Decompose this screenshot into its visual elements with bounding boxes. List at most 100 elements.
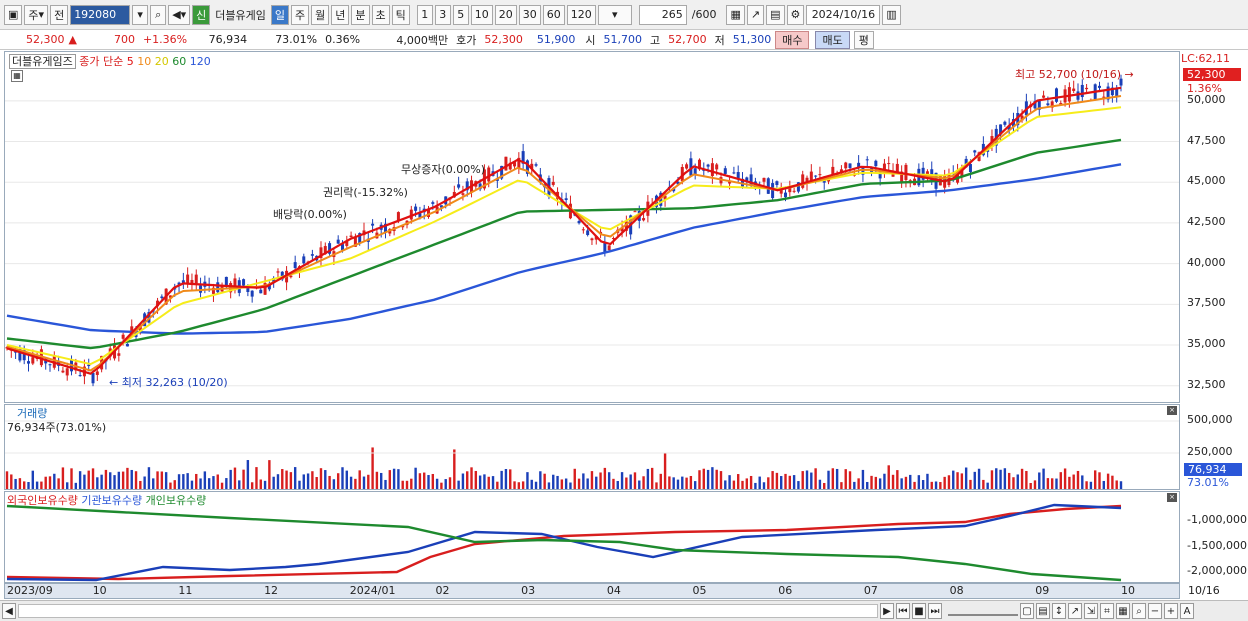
candle-body: [1046, 103, 1050, 106]
tool-icon-6[interactable]: ⌗: [1100, 603, 1114, 619]
date-label-0: 2023/09: [7, 584, 53, 597]
count-button-5[interactable]: 5: [452, 4, 469, 25]
tool-icon-3[interactable]: ↕: [1052, 603, 1066, 619]
tool-icon-5[interactable]: ⇲: [1084, 603, 1098, 619]
speaker-icon[interactable]: ◀▾: [168, 4, 191, 25]
volume-value: 76,934주(73.01%): [7, 421, 107, 434]
change-pct: +1.36%: [142, 33, 188, 46]
tab-period-0[interactable]: 일: [270, 4, 290, 25]
volume-bar: [509, 469, 512, 489]
volume-bar: [986, 482, 989, 489]
candle-body: [276, 271, 280, 273]
volume-bar: [560, 479, 564, 489]
price-pane[interactable]: 더블유게임즈 종가 단순 5 10 20 60 120 ▦ 최고 52,700 …: [4, 51, 1180, 403]
volume-bar: [1111, 475, 1114, 489]
holdings-pane[interactable]: 외국인보유수량 기관보유수량 개인보유수량 ×: [4, 491, 1180, 583]
search-zoom-icon[interactable]: ⌕: [1132, 603, 1146, 619]
count-button-30[interactable]: 30: [518, 4, 541, 25]
buy-button[interactable]: 매수: [775, 30, 810, 49]
volume-bar: [48, 476, 52, 489]
tool-icon-4[interactable]: ↗: [1068, 603, 1082, 619]
type-select[interactable]: 주 ▾: [24, 4, 49, 25]
scrollbar[interactable]: [18, 604, 878, 618]
plus-icon[interactable]: +: [1164, 603, 1178, 619]
count-dropdown[interactable]: ▾: [597, 4, 632, 25]
prev-button[interactable]: 전: [50, 4, 69, 25]
zoom-icon[interactable]: ▦: [726, 4, 745, 25]
date-label-8: 05: [692, 584, 707, 597]
volume-bar: [702, 468, 705, 489]
volume-bar: [1042, 468, 1045, 489]
scroll-left-icon[interactable]: ◀: [2, 603, 16, 619]
volume-pane[interactable]: 거래량 76,934주(73.01%) ×: [4, 404, 1180, 490]
date-input[interactable]: 2024/10/16: [806, 4, 881, 25]
count-button-3[interactable]: 3: [434, 4, 451, 25]
volume-bar: [930, 481, 933, 489]
volume-bar: [921, 480, 925, 489]
count-button-120[interactable]: 120: [566, 4, 596, 25]
layout-icon[interactable]: ▣: [4, 4, 23, 25]
tool-icon-1[interactable]: ▢: [1020, 603, 1034, 619]
volume-bar: [814, 468, 817, 489]
eval-button[interactable]: 평: [853, 30, 874, 49]
tools-icon[interactable]: ↗: [746, 4, 765, 25]
last-icon[interactable]: ⏭: [928, 603, 942, 619]
volume-bar: [878, 478, 882, 489]
first-icon[interactable]: ⏮: [896, 603, 910, 619]
volume-bar: [233, 467, 237, 489]
volume-bar: [195, 473, 198, 489]
code-dropdown-icon[interactable]: ▾: [132, 4, 149, 25]
date-axis-end: 10/16: [1188, 584, 1220, 597]
tab-period-4[interactable]: 분: [351, 4, 370, 25]
open: 51,700: [603, 33, 642, 46]
volume-bar: [582, 473, 585, 489]
count-button-20[interactable]: 20: [494, 4, 517, 25]
date-label-2: 11: [178, 584, 193, 597]
count-button-1[interactable]: 1: [416, 4, 433, 25]
candle-body: [1085, 87, 1089, 90]
volume-close-icon[interactable]: ×: [1167, 406, 1177, 415]
volume-bar: [625, 477, 628, 489]
hold-tick-1: -1,000,000: [1187, 513, 1247, 526]
count-button-60[interactable]: 60: [542, 4, 565, 25]
holdings-close-icon[interactable]: ×: [1167, 493, 1177, 502]
minus-icon[interactable]: −: [1148, 603, 1162, 619]
code-input[interactable]: 192080: [70, 4, 131, 25]
volume-bar: [655, 482, 658, 489]
gear-icon[interactable]: ⚙: [786, 4, 805, 25]
scroll-right-icon[interactable]: ▶: [880, 603, 894, 619]
calendar-icon[interactable]: ▥: [882, 4, 901, 25]
count-button-10[interactable]: 10: [470, 4, 493, 25]
stop-icon[interactable]: ■: [912, 603, 926, 619]
candle-body: [642, 218, 646, 221]
volume-bar: [792, 475, 796, 489]
search-icon[interactable]: ⌕: [150, 4, 167, 25]
view-count-input[interactable]: 265: [638, 4, 687, 25]
volume-bar: [380, 472, 383, 489]
candle-body: [216, 282, 220, 293]
period-tabs: 일주월년분초틱: [270, 4, 410, 25]
tab-period-3[interactable]: 년: [331, 4, 350, 25]
volume-bar: [590, 471, 594, 489]
volume-bar: [431, 473, 435, 489]
candle-body: [534, 164, 538, 166]
candle-body: [784, 192, 788, 198]
tab-period-2[interactable]: 월: [311, 4, 330, 25]
tab-period-6[interactable]: 틱: [391, 4, 410, 25]
sell-button[interactable]: 매도: [815, 30, 850, 49]
grid-icon[interactable]: ▦: [11, 70, 23, 82]
tool-icon-7[interactable]: ▦: [1116, 603, 1130, 619]
font-icon[interactable]: A: [1180, 603, 1194, 619]
tab-period-1[interactable]: 주: [291, 4, 310, 25]
volume-bar: [147, 467, 151, 489]
candle-body: [973, 150, 977, 153]
volume-bar: [491, 476, 495, 489]
tab-period-5[interactable]: 초: [371, 4, 390, 25]
volume-bar: [569, 482, 572, 489]
volume-bar: [444, 479, 447, 489]
candle-body: [685, 164, 689, 169]
legend-stock-name: 더블유게임즈: [9, 54, 76, 69]
zoom-slider[interactable]: [948, 606, 1018, 616]
save-icon[interactable]: ▤: [766, 4, 785, 25]
tool-icon-2[interactable]: ▤: [1036, 603, 1050, 619]
